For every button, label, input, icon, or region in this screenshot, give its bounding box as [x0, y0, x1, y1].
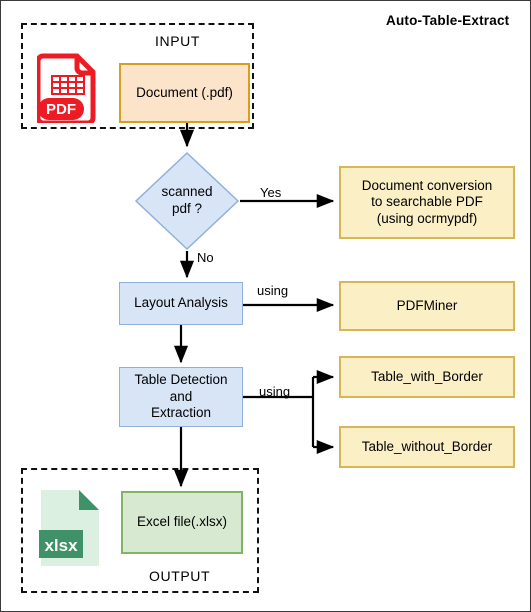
edge-label-using-table: using: [259, 384, 291, 399]
node-layout-analysis[interactable]: Layout Analysis: [119, 282, 243, 325]
edge-label-yes: Yes: [260, 185, 282, 200]
svg-text:PDF: PDF: [46, 101, 76, 118]
node-document-conversion[interactable]: Document conversion to searchable PDF (u…: [339, 166, 515, 239]
node-scanned-pdf-decision[interactable]: scanned pdf ?: [134, 151, 240, 251]
svg-text:xlsx: xlsx: [44, 536, 78, 555]
diagram-title: Auto-Table-Extract: [386, 13, 510, 28]
input-group-label: INPUT: [155, 33, 200, 49]
edge-label-using-layout: using: [257, 283, 289, 298]
node-table-with-border[interactable]: Table_with_Border: [339, 356, 515, 398]
node-table-without-border[interactable]: Table_without_Border: [339, 426, 515, 468]
output-group-label: OUTPUT: [149, 568, 211, 584]
node-scanned-pdf-decision-label: scanned pdf ?: [161, 184, 213, 216]
edge-label-no: No: [197, 250, 214, 265]
node-excel-file[interactable]: Excel file(.xlsx): [121, 491, 243, 554]
pdf-file-icon: PDF: [35, 51, 99, 126]
node-pdfminer[interactable]: PDFMiner: [339, 281, 515, 331]
node-table-detection[interactable]: Table Detection and Extraction: [119, 367, 243, 427]
node-document-pdf[interactable]: Document (.pdf): [119, 63, 250, 123]
diagram-canvas: Auto-Table-Extract INPUT PDF Document (.…: [0, 0, 531, 612]
xlsx-file-icon: xlsx: [39, 488, 101, 568]
